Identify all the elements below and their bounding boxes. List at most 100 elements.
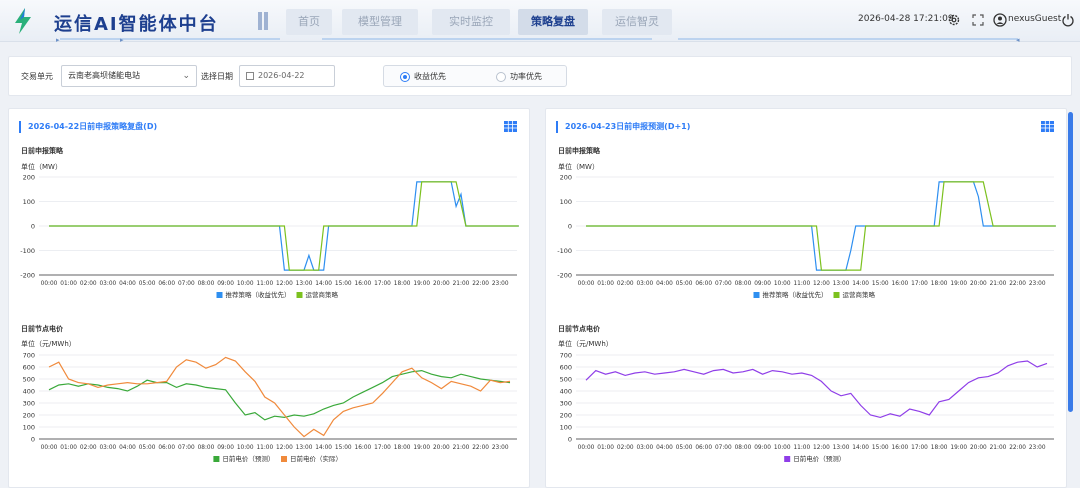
date-label: 选择日期 [201, 72, 233, 81]
x-tick-label: 17:00 [374, 445, 391, 451]
x-tick-label: 00:00 [41, 281, 58, 287]
x-tick-label: 05:00 [676, 445, 693, 451]
x-tick-label: 09:00 [217, 445, 234, 451]
x-tick-label: 07:00 [715, 281, 732, 287]
x-tick-label: 13:00 [296, 281, 313, 287]
legend-swatch [753, 292, 760, 298]
x-tick-label: 14:00 [315, 445, 332, 451]
user-icon[interactable] [993, 13, 1007, 27]
table-view-icon[interactable] [504, 121, 517, 132]
x-tick-label: 09:00 [754, 445, 771, 451]
y-tick-label: 0 [31, 436, 35, 444]
y-tick-label: 100 [560, 424, 572, 432]
radio-revenue-priority[interactable]: 收益优先 [400, 70, 446, 84]
x-tick-label: 05:00 [139, 281, 156, 287]
x-tick-label: 16:00 [892, 281, 909, 287]
x-tick-label: 19:00 [950, 445, 967, 451]
radio-label: 功率优先 [510, 72, 542, 81]
y-tick-label: 200 [560, 412, 572, 420]
radio-label: 收益优先 [414, 72, 446, 81]
x-tick-label: 07:00 [178, 281, 195, 287]
x-tick-label: 04:00 [656, 445, 673, 451]
legend-label: 运营商策略 [843, 290, 876, 299]
radio-dot-icon [400, 72, 410, 82]
trading-unit-value: 云南老高坝储能电站 [68, 71, 140, 80]
x-tick-label: 06:00 [158, 281, 175, 287]
x-tick-label: 10:00 [774, 445, 791, 451]
y-tick-label: -200 [20, 272, 35, 280]
radio-power-priority[interactable]: 功率优先 [496, 70, 542, 84]
x-tick-label: 22:00 [472, 281, 489, 287]
x-tick-label: 03:00 [99, 281, 116, 287]
header-deco-line [678, 38, 1018, 40]
x-tick-label: 21:00 [990, 281, 1007, 287]
x-tick-label: 14:00 [852, 445, 869, 451]
x-tick-label: 08:00 [198, 445, 215, 451]
legend-swatch [281, 456, 287, 462]
legend-swatch [216, 292, 223, 298]
x-tick-label: 11:00 [793, 281, 810, 287]
y-tick-label: -200 [557, 272, 572, 280]
username[interactable]: nexusGuest [1008, 14, 1061, 24]
x-tick-label: 10:00 [237, 445, 254, 451]
tab-strategy-review[interactable]: 策略复盘 [518, 9, 588, 35]
y-tick-label: 200 [23, 412, 35, 420]
fullscreen-icon[interactable] [971, 13, 985, 27]
title-divider-bars [258, 12, 272, 30]
x-tick-label: 03:00 [636, 281, 653, 287]
x-tick-label: 15:00 [335, 281, 352, 287]
legend-label: 运营商策略 [306, 290, 339, 299]
power-icon[interactable] [1061, 13, 1075, 27]
x-tick-label: 11:00 [793, 445, 810, 451]
x-tick-label: 22:00 [1009, 281, 1026, 287]
x-tick-label: 07:00 [715, 445, 732, 451]
x-tick-label: 02:00 [617, 281, 634, 287]
x-tick-label: 17:00 [374, 281, 391, 287]
price-unit-label: 单位（元/MWh） [21, 340, 76, 348]
lightning-logo-icon [15, 8, 31, 34]
x-tick-label: 11:00 [256, 445, 273, 451]
x-tick-label: 06:00 [695, 445, 712, 451]
tab-model-management[interactable]: 模型管理 [342, 9, 418, 35]
current-datetime: 2026-04-28 17:21:09 [858, 14, 954, 24]
x-tick-label: 14:00 [852, 281, 869, 287]
panel-review-d: 2026-04-22日前申报策略复盘(D) 日前申报策略 单位（MW） -200… [8, 108, 530, 488]
x-tick-label: 18:00 [931, 281, 948, 287]
panel-forecast-d1: 2026-04-23日前申报预测(D+1) 日前申报策略 单位（MW） -200… [545, 108, 1067, 488]
y-tick-label: 200 [23, 174, 35, 182]
panel-title: 2026-04-22日前申报策略复盘(D) [19, 121, 157, 133]
tab-realtime-monitor[interactable]: 实时监控 [432, 9, 510, 35]
x-tick-label: 22:00 [1009, 445, 1026, 451]
legend-swatch [784, 456, 791, 462]
date-picker[interactable]: 2026-04-22 [239, 65, 335, 87]
trading-unit-label: 交易单元 [21, 72, 53, 81]
x-tick-label: 02:00 [80, 445, 97, 451]
price-chart: 0 100 200 300 400 500 600 700 00:00 01:00 02:00 03:… [23, 352, 517, 463]
x-tick-label: 20:00 [433, 281, 450, 287]
panel-title: 2026-04-23日前申报预测(D+1) [556, 121, 690, 133]
x-tick-label: 17:00 [911, 445, 928, 451]
y-tick-label: -100 [20, 247, 35, 255]
x-tick-label: 21:00 [453, 445, 470, 451]
table-view-icon[interactable] [1041, 121, 1054, 132]
y-tick-label: 600 [23, 364, 35, 372]
x-tick-label: 01:00 [597, 281, 614, 287]
x-tick-label: 12:00 [813, 281, 830, 287]
x-tick-label: 05:00 [139, 445, 156, 451]
price-chart: 0 100 200 300 400 500 600 700 00:00 01:00 02:00 03:… [560, 352, 1054, 463]
series-line [585, 360, 1048, 419]
tab-home[interactable]: 首页 [286, 9, 332, 35]
series-line [48, 369, 511, 421]
legend-swatch [213, 456, 220, 462]
settings-icon[interactable] [947, 13, 961, 27]
vertical-scrollbar[interactable] [1068, 112, 1073, 412]
strategy-chart-title: 日前申报策略 [558, 147, 600, 155]
y-tick-label: 300 [560, 400, 572, 408]
y-tick-label: 100 [23, 198, 35, 206]
tab-yunxin-assistant[interactable]: 运信智灵 [602, 9, 672, 35]
trading-unit-select[interactable]: 云南老高坝储能电站 ⌄ [61, 65, 197, 87]
x-tick-label: 05:00 [676, 281, 693, 287]
x-tick-label: 00:00 [41, 445, 58, 451]
strategy-chart: -200 -100 0 100 200 00:00 01:00 02:00 03:00 04:00… [557, 174, 1056, 299]
x-tick-label: 19:00 [413, 445, 430, 451]
